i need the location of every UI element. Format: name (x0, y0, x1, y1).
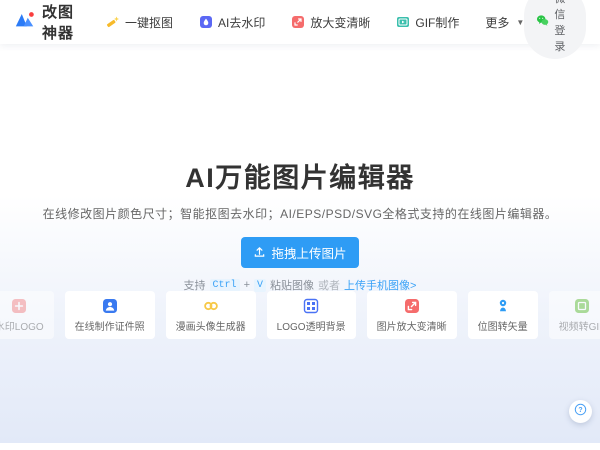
navbar: 改图神器 一键抠图 AI去水印 (0, 0, 600, 44)
magic-wand-icon (106, 15, 120, 29)
question-icon: ? (574, 403, 587, 421)
kbd-plus: + (244, 279, 250, 291)
feature-card-transparent-bg[interactable]: LOGO透明背景 (267, 291, 356, 339)
logo[interactable]: 改图神器 (14, 1, 80, 43)
feature-card-vector[interactable]: 位图转矢量 (468, 291, 538, 339)
wechat-login-button[interactable]: 微信登录 (524, 0, 586, 59)
cartoon-avatar-icon (203, 298, 219, 314)
feature-label: 图片放大变清晰 (377, 318, 447, 333)
feature-label: 水印LOGO (0, 318, 44, 333)
nav-item-gif[interactable]: GIF制作 (396, 14, 459, 31)
feature-card-image-enlarge[interactable]: 图片放大变清晰 (367, 291, 457, 339)
hero-section: AI万能图片编辑器 在线修改图片颜色尺寸；智能抠图去水印；AI/EPS/PSD/… (0, 44, 600, 293)
upload-button[interactable]: 拖拽上传图片 (241, 237, 359, 268)
page-subtitle: 在线修改图片颜色尺寸；智能抠图去水印；AI/EPS/PSD/SVG全格式支持的在… (0, 205, 600, 222)
nav-item-label: AI去水印 (218, 14, 265, 31)
nav-item-label: 更多 (485, 14, 509, 31)
wechat-icon (536, 14, 549, 30)
feature-card-watermark-logo[interactable]: 水印LOGO (0, 291, 54, 339)
nav-item-enlarge[interactable]: 放大变清晰 (291, 14, 370, 31)
feature-label: 在线制作证件照 (75, 318, 145, 333)
feature-card-video-gif[interactable]: 视频转GIF (549, 291, 600, 339)
nav-item-label: 一键抠图 (125, 14, 173, 31)
page-title: AI万能图片编辑器 (0, 156, 600, 195)
nav-item-label: GIF制作 (415, 14, 459, 31)
wechat-login-label: 微信登录 (554, 0, 574, 54)
nav-item-label: 放大变清晰 (310, 14, 370, 31)
image-enlarge-icon (404, 298, 420, 314)
feature-label: 位图转矢量 (478, 318, 528, 333)
kbd-ctrl: Ctrl (210, 279, 240, 292)
nav-item-remove-watermark[interactable]: AI去水印 (199, 14, 265, 31)
logo-mountain-icon (14, 9, 36, 36)
vector-anchor-icon (495, 298, 511, 314)
nav-item-cutout[interactable]: 一键抠图 (106, 14, 173, 31)
upload-icon (253, 245, 266, 261)
upload-button-label: 拖拽上传图片 (271, 243, 346, 262)
nav-right: 微信登录 (524, 0, 586, 59)
id-photo-icon (102, 298, 118, 314)
watermark-logo-icon (11, 298, 27, 314)
nav-item-more[interactable]: 更多 ▼ (485, 14, 524, 31)
feature-label: 视频转GIF (559, 318, 600, 333)
help-button[interactable]: ? (569, 400, 592, 423)
feature-label: LOGO透明背景 (277, 318, 346, 333)
video-to-gif-icon (574, 298, 590, 314)
watermark-remove-icon (199, 15, 213, 29)
gif-make-icon (396, 15, 410, 29)
bottom-strip (0, 443, 600, 450)
chevron-down-icon: ▼ (516, 18, 524, 27)
enlarge-icon (291, 15, 305, 29)
logo-text: 改图神器 (42, 1, 80, 43)
feature-label: 漫画头像生成器 (176, 318, 246, 333)
feature-card-id-photo[interactable]: 在线制作证件照 (65, 291, 155, 339)
feature-cards-row: 水印LOGO 在线制作证件照 漫画头像生成器 (0, 291, 600, 339)
transparent-bg-icon (303, 298, 319, 314)
feature-card-cartoon-avatar[interactable]: 漫画头像生成器 (166, 291, 256, 339)
kbd-v: V (254, 279, 266, 292)
nav-menu: 一键抠图 AI去水印 放大变清晰 (106, 14, 524, 31)
svg-text:?: ? (578, 407, 582, 414)
